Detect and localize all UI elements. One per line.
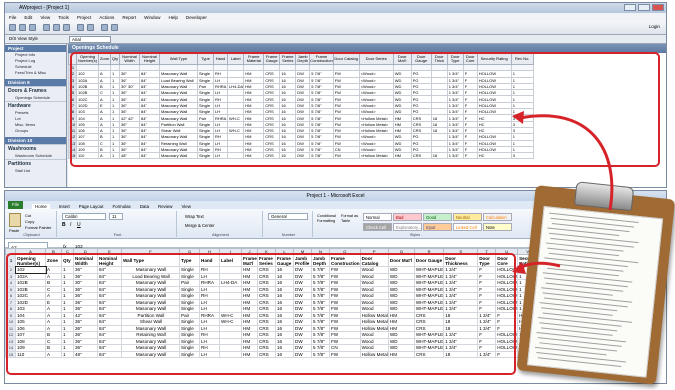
arrowhead-top bbox=[512, 111, 524, 124]
arrow-top-to-clipboard bbox=[519, 114, 614, 211]
arrows-overlay bbox=[512, 111, 614, 274]
arrow-clipboard-to-excel bbox=[519, 261, 561, 270]
arrowhead-bottom bbox=[512, 262, 526, 274]
